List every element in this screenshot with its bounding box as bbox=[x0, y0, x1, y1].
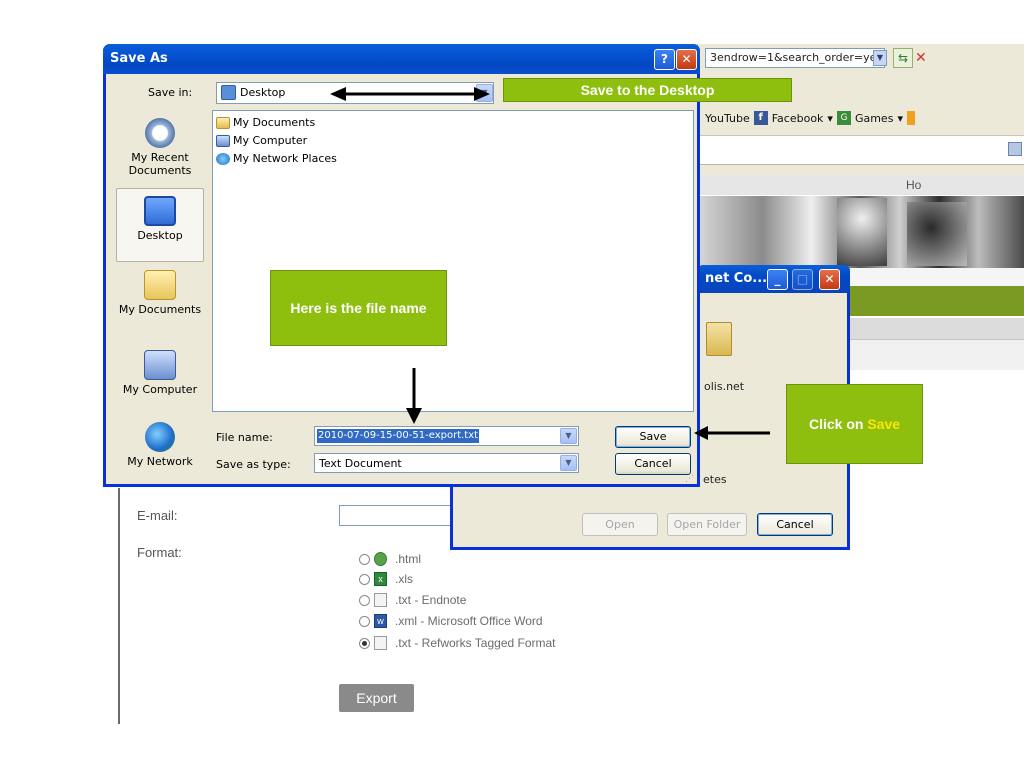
folder-icon bbox=[706, 322, 732, 356]
format-option-xls[interactable]: x .xls bbox=[359, 570, 413, 588]
format-option-html[interactable]: .html bbox=[359, 550, 421, 568]
page-icon[interactable] bbox=[1008, 142, 1022, 156]
chevron-down-icon[interactable]: ▼ bbox=[560, 428, 577, 444]
historic-photo-banner bbox=[697, 196, 1024, 268]
format-option-endnote[interactable]: .txt - Endnote bbox=[359, 591, 466, 609]
address-dropdown-icon[interactable]: ▼ bbox=[873, 50, 887, 66]
annotation-highlight: Save bbox=[867, 416, 901, 432]
radio-html[interactable] bbox=[359, 553, 370, 565]
file-item[interactable]: My Documents bbox=[216, 115, 315, 130]
chevron-down-icon[interactable]: ▾ bbox=[827, 112, 833, 125]
format-option-word[interactable]: w .xml - Microsoft Office Word bbox=[359, 612, 543, 630]
place-label: My Computer bbox=[122, 383, 198, 396]
place-desktop[interactable]: Desktop bbox=[115, 196, 205, 242]
format-label: Format: bbox=[137, 545, 182, 560]
annotation-text: Click on bbox=[808, 416, 868, 432]
save-as-type-label: Save as type: bbox=[216, 458, 291, 471]
place-my-computer[interactable]: My Computer bbox=[115, 350, 205, 396]
radio-xls[interactable] bbox=[359, 573, 370, 585]
download-cancel-button[interactable]: Cancel bbox=[757, 513, 833, 536]
download-source: olis.net bbox=[704, 380, 745, 393]
facebook-icon: f bbox=[753, 111, 768, 125]
save-as-titlebar[interactable] bbox=[103, 44, 700, 74]
file-item-label: My Documents bbox=[233, 116, 316, 129]
format-option-label: .xml - Microsoft Office Word bbox=[395, 614, 543, 628]
link-youtube[interactable]: YouTube bbox=[705, 112, 750, 125]
folder-icon bbox=[216, 116, 230, 129]
games-icon: G bbox=[836, 111, 851, 125]
dialog-title: Save As bbox=[110, 51, 168, 66]
link-games[interactable]: Games bbox=[855, 112, 893, 125]
annotation-save-to-desktop: Save to the Desktop bbox=[503, 78, 792, 102]
annotation-file-name: Here is the file name bbox=[270, 270, 447, 346]
save-in-label: Save in: bbox=[148, 86, 193, 99]
close-icon[interactable]: ✕ bbox=[676, 49, 697, 70]
chevron-down-icon[interactable]: ▾ bbox=[897, 112, 903, 125]
radio-endnote[interactable] bbox=[359, 594, 370, 606]
link-facebook[interactable]: Facebook bbox=[772, 112, 824, 125]
save-button[interactable]: Save bbox=[615, 426, 691, 448]
place-label: My Documents bbox=[118, 303, 202, 316]
html-file-icon bbox=[374, 552, 387, 566]
refresh-icon[interactable]: ⇆ bbox=[893, 48, 913, 68]
desktop-icon bbox=[144, 196, 176, 226]
place-recent-documents[interactable]: My Recent Documents bbox=[115, 118, 205, 177]
text-file-icon bbox=[374, 636, 387, 650]
chevron-down-icon[interactable]: ▼ bbox=[560, 455, 577, 471]
command-toolbar bbox=[697, 135, 1024, 165]
annotation-click-save: Click on Save bbox=[786, 384, 923, 464]
radio-refworks[interactable] bbox=[359, 637, 370, 649]
place-my-network[interactable]: My Network bbox=[115, 422, 205, 468]
close-icon[interactable]: ✕ bbox=[819, 269, 840, 290]
file-item[interactable]: My Network Places bbox=[216, 151, 337, 166]
file-item-label: My Network Places bbox=[233, 152, 337, 165]
format-option-label: .html bbox=[395, 552, 422, 566]
open-folder-button: Open Folder bbox=[667, 513, 747, 536]
download-dialog-title: net Co... bbox=[705, 271, 768, 286]
place-label: My Network bbox=[127, 455, 193, 468]
stop-icon[interactable]: ✕ bbox=[915, 48, 927, 68]
computer-icon bbox=[216, 134, 230, 147]
download-status-text: etes bbox=[703, 473, 727, 486]
folder-icon bbox=[906, 111, 915, 125]
minimize-icon[interactable]: _ bbox=[767, 269, 788, 290]
chevron-down-icon[interactable]: ▼ bbox=[476, 84, 493, 102]
save-in-value: Desktop bbox=[240, 86, 286, 99]
email-field[interactable] bbox=[339, 505, 455, 526]
save-as-type-value: Text Document bbox=[319, 457, 402, 470]
place-my-documents[interactable]: My Documents bbox=[115, 270, 205, 316]
folder-icon bbox=[144, 270, 176, 300]
cancel-button[interactable]: Cancel bbox=[615, 453, 691, 475]
format-option-label: .txt - Refworks Tagged Format bbox=[395, 636, 556, 650]
file-name-label: File name: bbox=[216, 431, 273, 444]
resize-grip-icon[interactable]: ⋰ bbox=[685, 474, 694, 484]
excel-file-icon: x bbox=[374, 572, 387, 586]
file-name-value[interactable]: 2010-07-09-15-00-51-export.txt bbox=[317, 429, 480, 443]
computer-icon bbox=[144, 350, 176, 380]
format-option-label: .xls bbox=[395, 572, 413, 586]
format-option-refworks[interactable]: .txt - Refworks Tagged Format bbox=[359, 634, 556, 652]
place-label: My Recent Documents bbox=[128, 151, 192, 177]
desktop-icon bbox=[221, 85, 236, 100]
globe-icon bbox=[145, 422, 175, 452]
help-icon[interactable]: ? bbox=[654, 49, 675, 70]
address-bar[interactable]: 3endrow=1&search_order=ye bbox=[705, 48, 885, 68]
links-toolbar: YouTube f Facebook ▾ G Games ▾ bbox=[705, 110, 915, 126]
maximize-icon: □ bbox=[792, 269, 813, 290]
file-item[interactable]: My Computer bbox=[216, 133, 307, 148]
file-item-label: My Computer bbox=[233, 134, 308, 147]
export-button[interactable]: Export bbox=[339, 684, 414, 712]
word-file-icon: w bbox=[374, 614, 387, 628]
open-button: Open bbox=[582, 513, 658, 536]
clock-icon bbox=[145, 118, 175, 148]
place-label: Desktop bbox=[137, 229, 183, 242]
text-file-icon bbox=[374, 593, 387, 607]
site-header bbox=[697, 175, 1024, 195]
format-option-label: .txt - Endnote bbox=[395, 593, 467, 607]
page-left-rule bbox=[118, 488, 120, 724]
site-header-link[interactable]: Ho bbox=[906, 178, 921, 192]
email-label: E-mail: bbox=[137, 508, 178, 523]
radio-word[interactable] bbox=[359, 615, 370, 627]
globe-icon bbox=[216, 152, 230, 165]
